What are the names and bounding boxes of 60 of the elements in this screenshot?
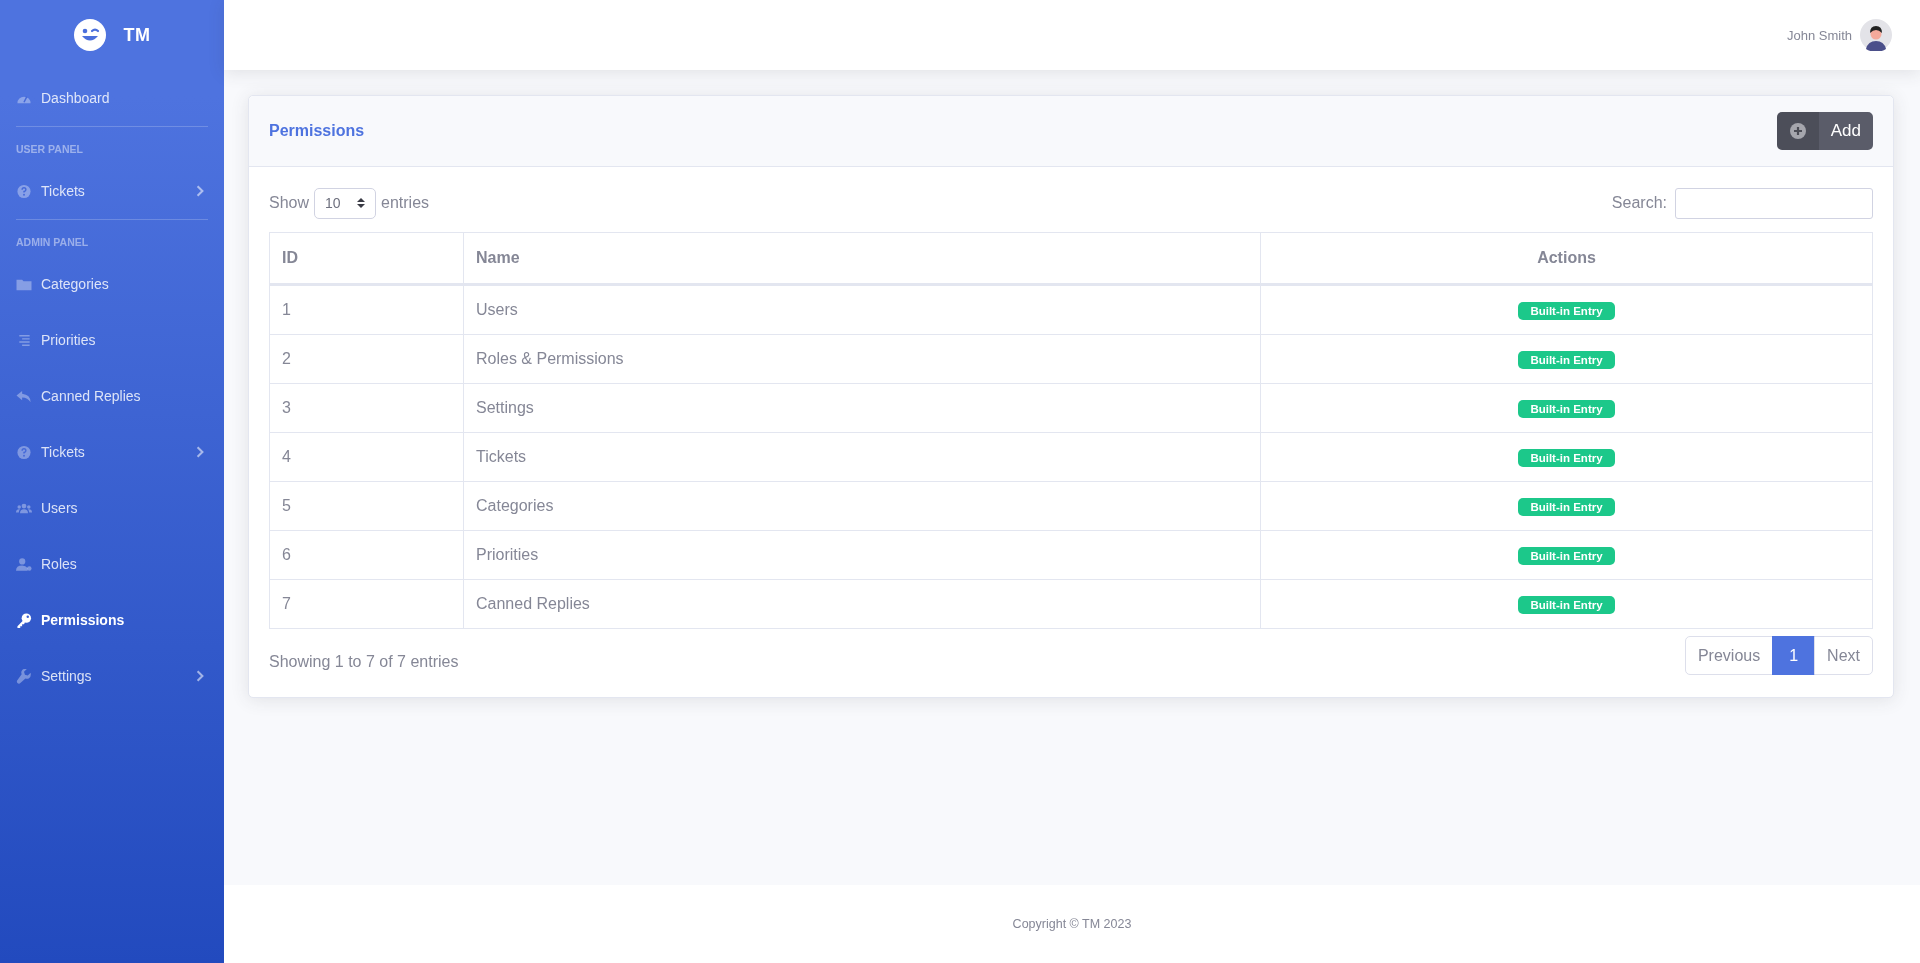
table-cell: Tickets: [463, 432, 1261, 482]
pagination-button[interactable]: 1: [1772, 636, 1816, 675]
pagination-button[interactable]: Next: [1814, 636, 1873, 675]
column-header[interactable]: Actions: [1260, 232, 1873, 285]
entries-info: Showing 1 to 7 of 7 entries: [269, 651, 459, 671]
sidebar-item[interactable]: Tickets: [16, 163, 208, 219]
table-cell: 7: [269, 579, 464, 629]
reply-icon: [16, 388, 32, 404]
search-label: Search:: [1611, 194, 1667, 212]
add-button[interactable]: Add: [1776, 112, 1873, 150]
status-badge: Built-in Entry: [1518, 595, 1615, 614]
list-icon: [16, 332, 32, 348]
plus-circle-icon: [1789, 123, 1806, 139]
table-cell: 3: [269, 383, 464, 433]
status-badge: Built-in Entry: [1518, 350, 1615, 369]
table-cell: 4: [269, 432, 464, 482]
copyright-text: Copyright © TM 2023: [1012, 917, 1132, 931]
sidebar-item[interactable]: Canned Replies: [16, 368, 208, 424]
status-badge: Built-in Entry: [1518, 301, 1615, 320]
wrench-icon: [16, 668, 32, 684]
sidebar-item[interactable]: Users: [16, 480, 208, 536]
sidebar-item[interactable]: Dashboard: [16, 70, 208, 126]
sidebar-item[interactable]: Permissions: [16, 592, 208, 648]
sort-caret-icon: [357, 197, 366, 209]
column-header[interactable]: Name: [463, 232, 1261, 285]
status-badge: Built-in Entry: [1518, 546, 1615, 565]
sidebar-heading: ADMIN PANEL: [16, 235, 90, 250]
sidebar-item[interactable]: Settings: [16, 648, 208, 704]
table-cell: 2: [269, 334, 464, 384]
table-cell: Roles & Permissions: [463, 334, 1261, 384]
sidebar-item[interactable]: Priorities: [16, 312, 208, 368]
sidebar-item[interactable]: Roles: [16, 536, 208, 592]
search-field[interactable]: [1675, 187, 1873, 219]
show-label: Show: [269, 194, 310, 212]
status-badge: Built-in Entry: [1518, 399, 1615, 418]
brand-name[interactable]: TM: [123, 24, 151, 46]
user-icon: [16, 556, 32, 572]
entries-select[interactable]: 10: [314, 187, 377, 219]
table-cell: Users: [463, 284, 1261, 335]
table-cell: Priorities: [463, 530, 1261, 580]
column-header[interactable]: ID: [269, 232, 464, 285]
user-name[interactable]: John Smith: [1786, 27, 1852, 43]
table-cell: 5: [269, 481, 464, 531]
status-badge: Built-in Entry: [1518, 497, 1615, 516]
key-icon: [16, 612, 32, 628]
table-cell: 1: [269, 284, 464, 335]
table-cell: Canned Replies: [463, 579, 1261, 629]
avatar-icon[interactable]: [1860, 19, 1892, 51]
table-cell: Categories: [463, 481, 1261, 531]
question-icon: [16, 183, 32, 199]
status-badge: Built-in Entry: [1518, 448, 1615, 467]
sidebar-heading: USER PANEL: [16, 142, 84, 157]
winking-face-icon: [73, 19, 106, 51]
table-cell: Settings: [463, 383, 1261, 433]
sidebar-item[interactable]: Tickets: [16, 424, 208, 480]
question-icon: [16, 444, 32, 460]
table-cell: 6: [269, 530, 464, 580]
entries-label: entries: [381, 194, 430, 212]
sidebar-item[interactable]: Categories: [16, 256, 208, 312]
card-title: Permissions: [269, 122, 365, 140]
